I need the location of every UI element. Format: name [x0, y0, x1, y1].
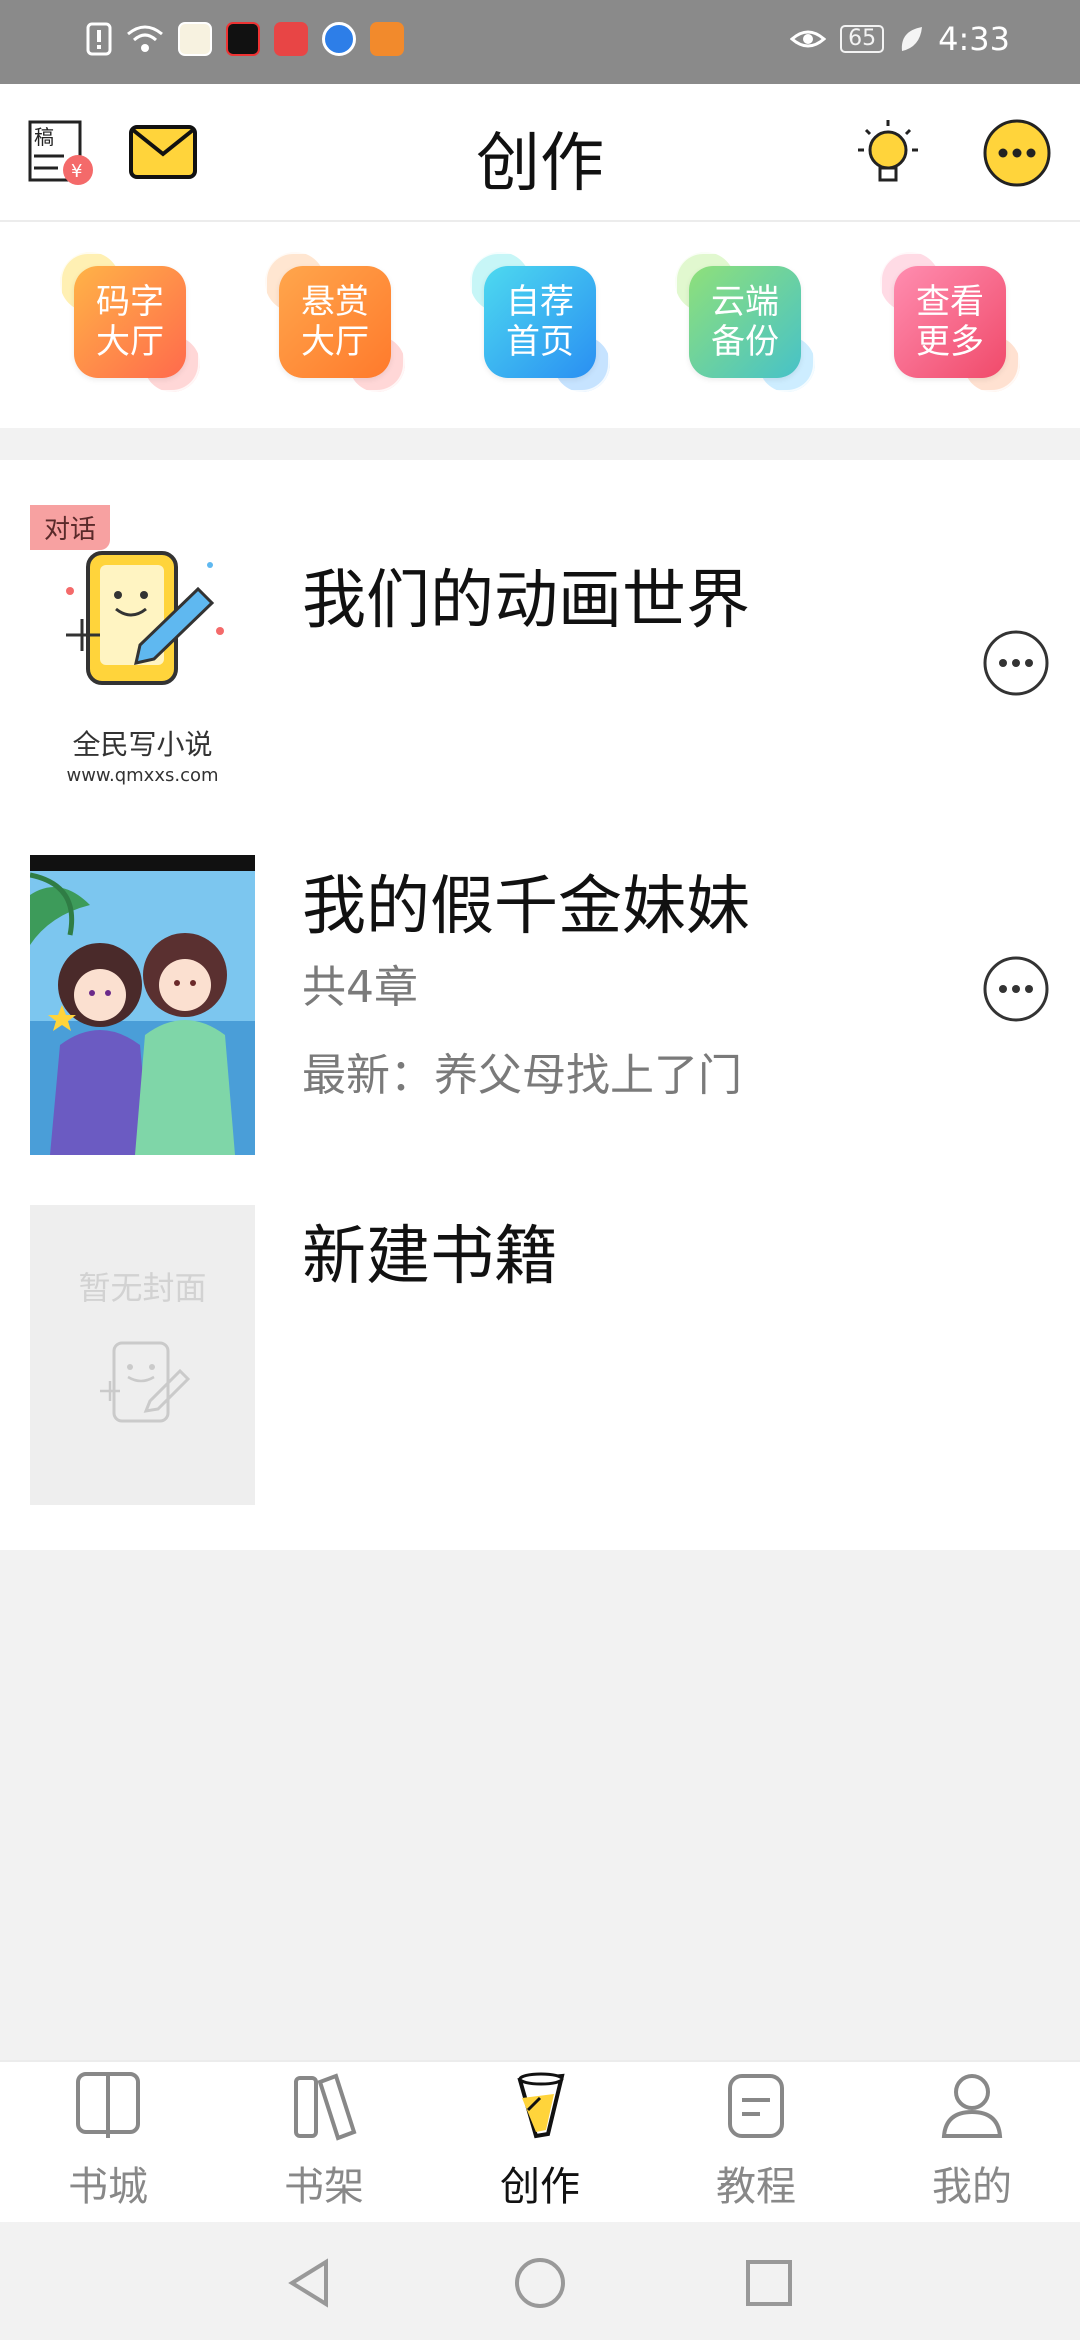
qa-typing-hall-label: 码字 大厅	[74, 266, 186, 378]
back-icon[interactable]	[282, 2256, 336, 2310]
book-more-icon[interactable]	[982, 629, 1050, 697]
nav-bookstore[interactable]: 书城	[0, 2062, 216, 2224]
status-bar: 65 4:33	[0, 0, 1080, 84]
qa-view-more[interactable]: 查看 更多	[880, 252, 1020, 392]
recents-icon[interactable]	[742, 2256, 796, 2310]
clock: 4:33	[938, 20, 1010, 58]
status-left	[86, 22, 404, 56]
qa-typing-hall[interactable]: 码字 大厅	[60, 252, 200, 392]
user-icon	[941, 2074, 1003, 2138]
nav-tutorial[interactable]: 教程	[648, 2062, 864, 2224]
book-title[interactable]: 我的假千金妹妹	[302, 855, 750, 947]
book-item[interactable]: 全民写小说 www.qmxxs.com 对话 我们的动画世界	[0, 505, 1080, 805]
chapter-count: 共4章	[302, 962, 418, 1013]
leaf-icon	[901, 27, 923, 51]
qa-reward-hall[interactable]: 悬赏 大厅	[265, 252, 405, 392]
battery-level: 65	[840, 25, 885, 53]
nav-label: 创作	[500, 2164, 580, 2210]
anime-girls-illustration	[30, 855, 255, 1155]
qa-recommend-home[interactable]: 自荐 首页	[470, 252, 610, 392]
book-list: 全民写小说 www.qmxxs.com 对话 我们的动画世界 我的假千金妹妹 共…	[0, 460, 1080, 1550]
book-item-new[interactable]: 暂无封面 新建书籍	[0, 1205, 1080, 1505]
book-cover-placeholder[interactable]: 暂无封面	[30, 1205, 255, 1505]
video-icon	[226, 22, 260, 56]
qa-reward-hall-label: 悬赏 大厅	[279, 266, 391, 378]
nav-bookshelf[interactable]: 书架	[216, 2062, 432, 2224]
qa-cloud-backup[interactable]: 云端 备份	[675, 252, 815, 392]
browser-icon	[322, 22, 356, 56]
nav-label: 书城	[68, 2164, 148, 2210]
nav-label: 书架	[284, 2164, 364, 2210]
eye-icon	[790, 30, 827, 48]
cover-brand-text: 全民写小说	[72, 728, 213, 761]
status-right: 65 4:33	[790, 20, 1010, 58]
qa-cloud-backup-label: 云端 备份	[689, 266, 801, 378]
latest-chapter: 最新：养父母找上了门	[302, 1050, 742, 1101]
bulb-icon[interactable]	[852, 118, 924, 190]
book-title[interactable]: 我们的动画世界	[302, 549, 750, 641]
qa-recommend-home-label: 自荐 首页	[484, 266, 596, 378]
create-pen-icon	[517, 2072, 565, 2139]
alert-icon	[86, 22, 112, 56]
tutorial-icon	[728, 2074, 784, 2138]
book-open-icon	[76, 2072, 140, 2138]
qa-view-more-label: 查看 更多	[894, 266, 1006, 378]
book-cover[interactable]	[30, 855, 255, 1155]
home-icon[interactable]	[513, 2256, 567, 2310]
quick-actions: 码字 大厅 悬赏 大厅 自荐 首页 云端 备份 查看 更多	[0, 222, 1080, 428]
book-more-icon[interactable]	[982, 955, 1050, 1023]
bottom-nav: 书城 书架 创作 教程 我的	[0, 2060, 1080, 2222]
cover-url-text: www.qmxxs.com	[66, 765, 219, 786]
app-icon	[178, 22, 212, 56]
dialogue-tag: 对话	[30, 505, 111, 550]
book-title[interactable]: 新建书籍	[302, 1205, 558, 1297]
bookshelf-icon	[294, 2073, 357, 2141]
nav-create[interactable]: 创作	[432, 2062, 648, 2224]
huawei-icon	[274, 22, 308, 56]
wifi-icon	[127, 25, 163, 52]
book-cover[interactable]: 全民写小说 www.qmxxs.com 对话	[30, 505, 255, 805]
book-item[interactable]: 我的假千金妹妹 共4章 最新：养父母找上了门	[0, 855, 1080, 1155]
nav-label: 教程	[716, 2164, 796, 2210]
system-nav	[0, 2222, 1080, 2340]
play-icon	[370, 22, 404, 56]
app-header: 稿 ¥ 创作	[0, 84, 1080, 222]
placeholder-phone-icon	[100, 1341, 191, 1423]
more-icon[interactable]	[982, 118, 1052, 188]
nav-mine[interactable]: 我的	[864, 2062, 1080, 2224]
nav-label: 我的	[932, 2164, 1012, 2210]
